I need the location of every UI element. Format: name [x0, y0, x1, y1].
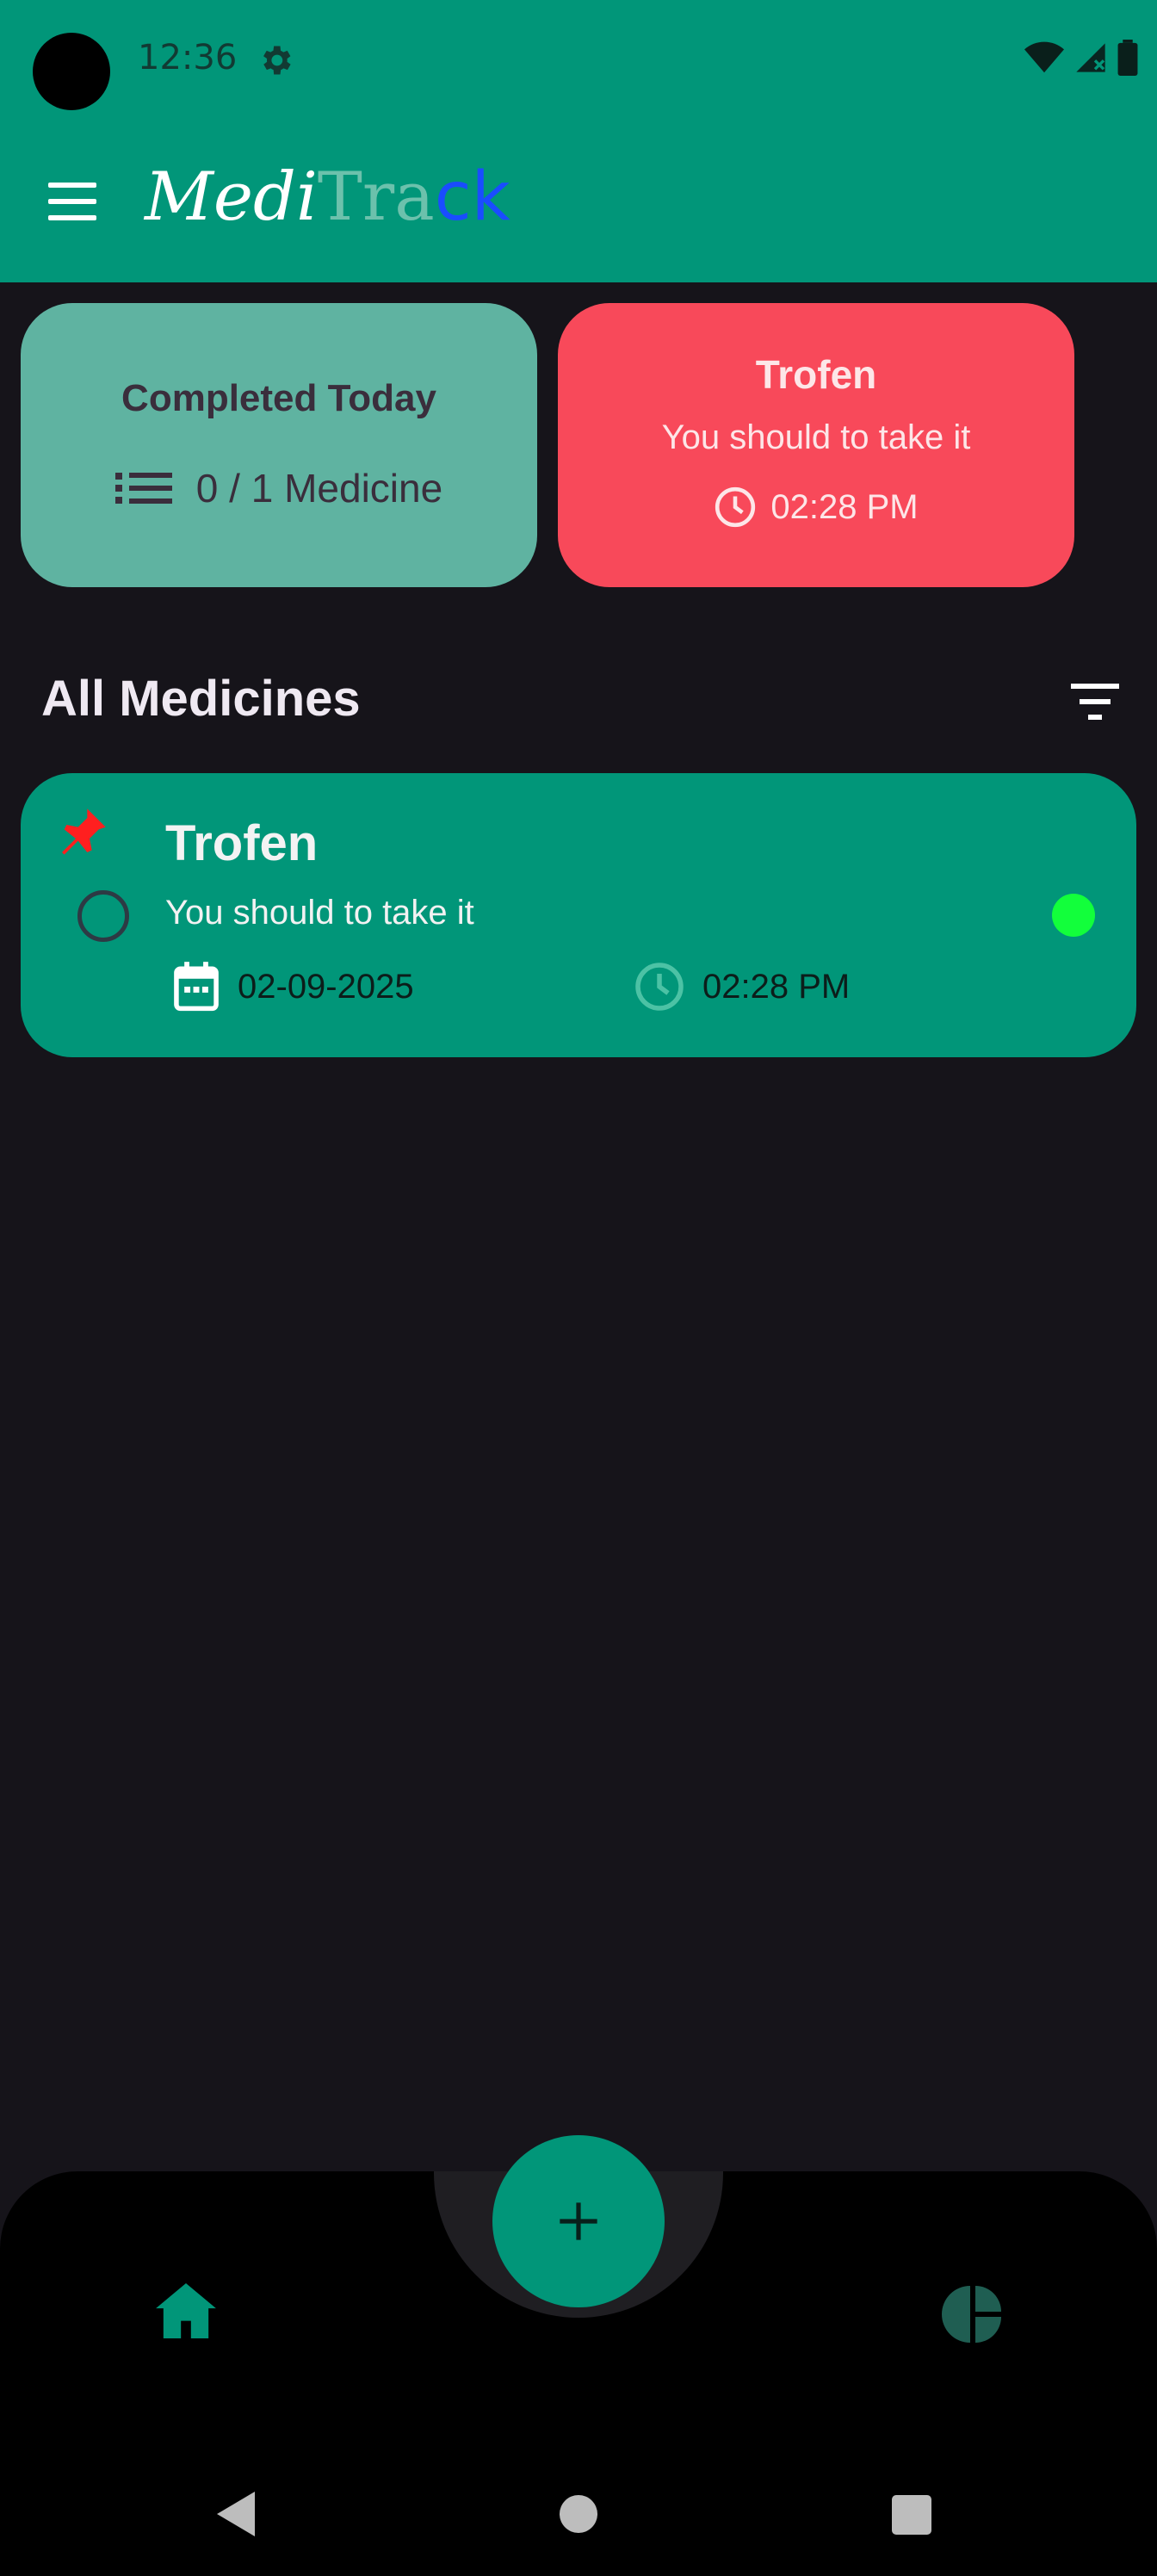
list-icon	[114, 473, 172, 504]
logo-text-tra: Tra	[317, 158, 435, 236]
medicine-time-row: 02:28 PM	[634, 961, 850, 1012]
app-bar: 12:36 MediTrack	[0, 0, 1157, 282]
status-icons	[1024, 40, 1138, 76]
completed-count: 0 / 1 Medicine	[195, 466, 443, 511]
clock-icon	[715, 486, 756, 528]
filter-icon[interactable]	[1071, 684, 1119, 721]
completed-today-title: Completed Today	[121, 377, 436, 419]
status-indicator-dot	[1052, 894, 1095, 937]
system-recents-icon[interactable]	[892, 2495, 931, 2535]
add-medicine-button[interactable]	[492, 2135, 665, 2307]
system-home-icon[interactable]	[560, 2495, 597, 2533]
battery-icon	[1117, 40, 1138, 76]
next-dose-time-row: 02:28 PM	[558, 486, 1074, 529]
calendar-icon	[174, 962, 219, 1012]
all-medicines-heading: All Medicines	[41, 671, 361, 727]
completed-today-card[interactable]: Completed Today 0 / 1 Medicine	[21, 303, 537, 587]
logo-text-medi: Medi	[145, 158, 318, 236]
next-dose-name: Trofen	[755, 352, 877, 397]
menu-icon[interactable]	[48, 183, 96, 220]
clock-icon	[635, 963, 684, 1011]
medicine-name: Trofen	[165, 815, 319, 871]
medicine-date: 02-09-2025	[238, 967, 414, 1006]
wifi-icon	[1024, 41, 1064, 73]
next-dose-message: You should to take it	[661, 418, 971, 456]
camera-cutout	[33, 33, 110, 110]
next-dose-time: 02:28 PM	[770, 487, 919, 526]
logo-text-ck: ck	[434, 158, 510, 236]
medicine-time: 02:28 PM	[702, 967, 851, 1006]
taken-radio-button[interactable]	[77, 890, 129, 942]
home-icon[interactable]	[155, 2283, 217, 2338]
pie-chart-icon[interactable]	[942, 2283, 1004, 2345]
next-dose-card[interactable]: Trofen You should to take it 02:28 PM	[558, 303, 1074, 587]
medicine-list-item[interactable]: Trofen You should to take it 02-09-2025 …	[21, 773, 1136, 1057]
system-back-icon[interactable]	[217, 2492, 258, 2536]
pin-icon	[62, 808, 106, 855]
settings-gear-icon	[263, 46, 291, 75]
plus-icon	[560, 2202, 597, 2240]
status-time: 12:36	[138, 38, 238, 77]
medicine-date-row: 02-09-2025	[172, 961, 414, 1012]
completed-count-row: 0 / 1 Medicine	[21, 465, 537, 511]
app-logo: MediTrack	[145, 158, 510, 236]
medicine-message: You should to take it	[165, 894, 474, 932]
signal-icon	[1076, 43, 1105, 72]
